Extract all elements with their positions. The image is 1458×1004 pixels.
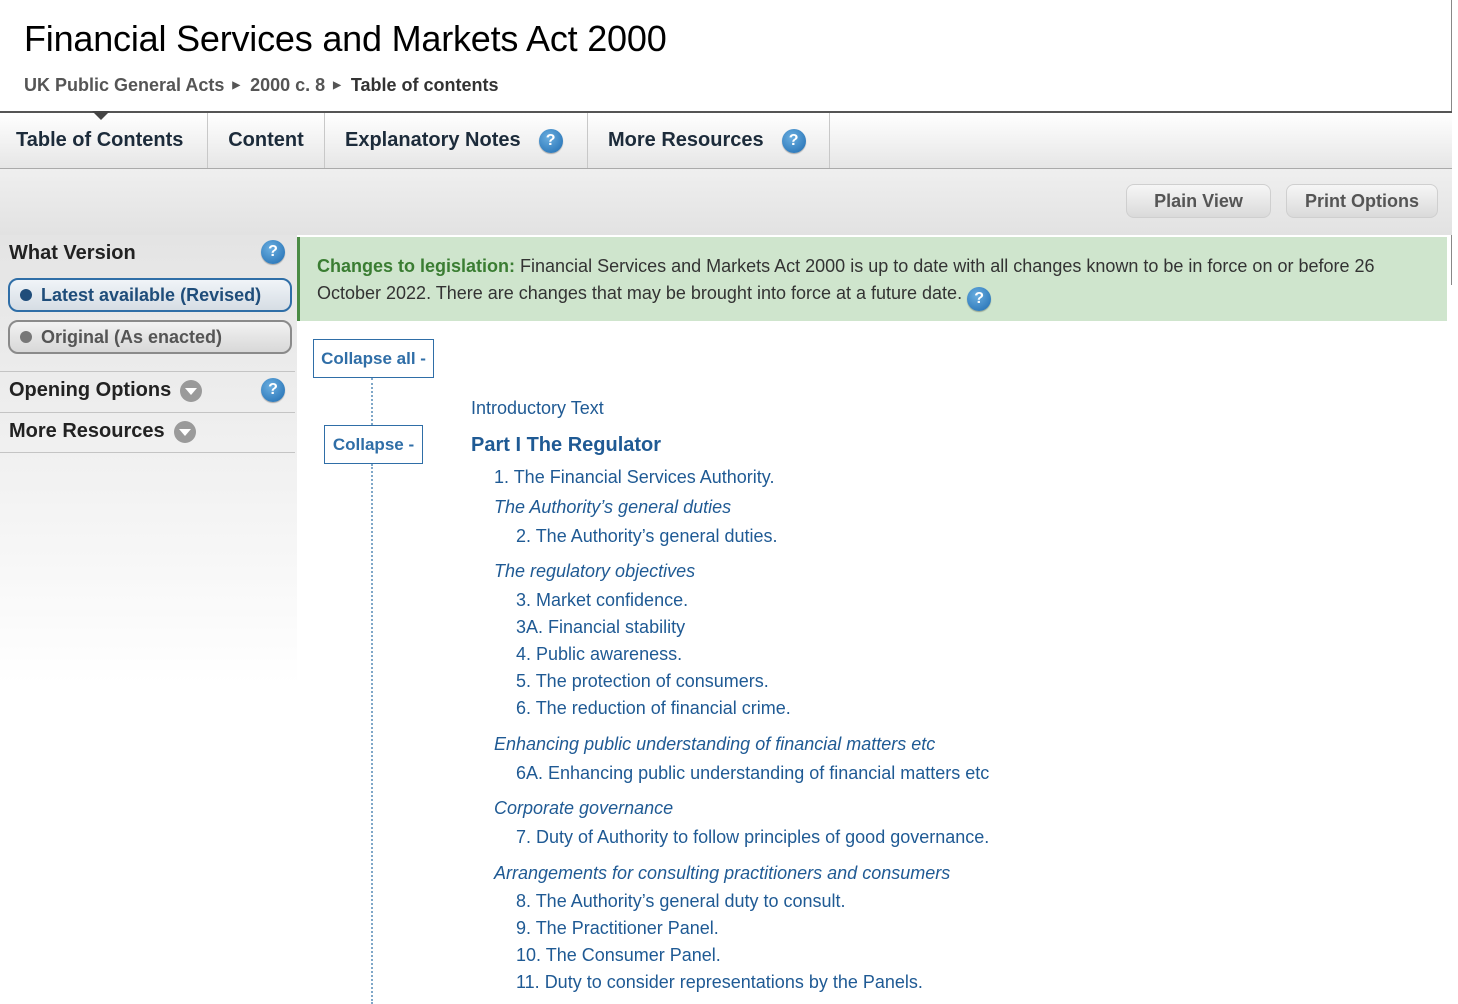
tab-bar: Table of Contents Content Explanatory No… (0, 111, 1452, 169)
toc-link-introductory-text[interactable]: Introductory Text (471, 398, 604, 419)
toc-link-section-4[interactable]: 4. Public awareness. (516, 644, 682, 665)
active-tab-pointer-icon (92, 111, 110, 120)
toc-heading-enhancing-understanding[interactable]: Enhancing public understanding of financ… (494, 734, 935, 755)
sidebar: What Version ? Latest available (Revised… (0, 235, 297, 685)
help-icon[interactable]: ? (261, 240, 285, 264)
radio-dot-icon (20, 331, 32, 343)
plain-view-button[interactable]: Plain View (1126, 184, 1271, 218)
toc-link-part-1[interactable]: Part I The Regulator (471, 434, 661, 457)
toc-link-section-8[interactable]: 8. The Authority’s general duty to consu… (516, 891, 846, 912)
toc-link-section-9[interactable]: 9. The Practitioner Panel. (516, 918, 719, 939)
toc-link-section-3a[interactable]: 3A. Financial stability (516, 617, 685, 638)
notice-label: Changes to legislation: (317, 256, 516, 276)
tab-label: Content (228, 129, 304, 151)
toc-link-section-6[interactable]: 6. The reduction of financial crime. (516, 698, 791, 719)
latest-version-button[interactable]: Latest available (Revised) (8, 278, 292, 312)
original-version-button[interactable]: Original (As enacted) (8, 320, 292, 354)
breadcrumb: UK Public General Acts ▶ 2000 c. 8 ▶ Tab… (24, 75, 499, 96)
toc-link-section-2[interactable]: 2. The Authority’s general duties. (516, 526, 778, 547)
toc-link-section-1[interactable]: 1. The Financial Services Authority. (494, 467, 774, 488)
radio-dot-icon (20, 289, 32, 301)
collapse-part-button[interactable]: Collapse - (324, 425, 423, 464)
tab-content[interactable]: Content (208, 113, 325, 168)
breadcrumb-arrow-icon: ▶ (232, 80, 241, 91)
tab-label: Explanatory Notes (345, 129, 521, 151)
toc-link-section-6a[interactable]: 6A. Enhancing public understanding of fi… (516, 763, 989, 784)
toc-link-section-3[interactable]: 3. Market confidence. (516, 590, 688, 611)
toc-heading-general-duties[interactable]: The Authority’s general duties (494, 497, 731, 518)
chevron-down-icon (180, 379, 203, 402)
breadcrumb-current: Table of contents (350, 75, 499, 95)
breadcrumb-uk-public-general-acts[interactable]: UK Public General Acts (24, 75, 224, 96)
opening-options-toggle[interactable]: Opening Options (9, 379, 203, 402)
print-options-button[interactable]: Print Options (1286, 184, 1438, 218)
more-resources-toggle[interactable]: More Resources (9, 420, 196, 443)
toc-link-section-10[interactable]: 10. The Consumer Panel. (516, 945, 721, 966)
original-version-label: Original (As enacted) (41, 326, 223, 347)
toc-heading-regulatory-objectives[interactable]: The regulatory objectives (494, 561, 695, 582)
changes-to-legislation-notice: Changes to legislation: Financial Servic… (297, 237, 1447, 321)
toc-link-section-11[interactable]: 11. Duty to consider representations by … (516, 972, 923, 993)
toc-heading-corporate-governance[interactable]: Corporate governance (494, 798, 673, 819)
breadcrumb-arrow-icon: ▶ (333, 80, 341, 91)
divider (0, 412, 295, 413)
tab-label: More Resources (608, 129, 764, 151)
tree-line (371, 464, 373, 1004)
collapse-all-button[interactable]: Collapse all - (313, 339, 434, 378)
toc-heading-consulting-arrangements[interactable]: Arrangements for consulting practitioner… (494, 863, 950, 884)
toc-link-section-5[interactable]: 5. The protection of consumers. (516, 671, 769, 692)
tab-table-of-contents[interactable]: Table of Contents (0, 113, 208, 168)
toc-link-section-7[interactable]: 7. Duty of Authority to follow principle… (516, 827, 989, 848)
breadcrumb-act-chapter[interactable]: 2000 c. 8 (250, 75, 325, 96)
opening-options-label: Opening Options (9, 379, 172, 401)
tree-line (371, 378, 373, 425)
page-title: Financial Services and Markets Act 2000 (24, 18, 667, 59)
toolbar: Plain View Print Options (0, 169, 1452, 235)
more-resources-label: More Resources (9, 420, 165, 442)
tab-explanatory-notes[interactable]: Explanatory Notes? (325, 113, 588, 168)
tab-more-resources[interactable]: More Resources? (588, 113, 830, 168)
help-icon[interactable]: ? (261, 378, 285, 402)
divider (0, 371, 295, 372)
tab-label: Table of Contents (16, 129, 184, 151)
help-icon[interactable]: ? (967, 286, 992, 311)
latest-version-label: Latest available (Revised) (41, 284, 262, 305)
help-icon[interactable]: ? (538, 128, 563, 153)
what-version-heading: What Version (9, 242, 136, 264)
chevron-down-icon (173, 420, 196, 443)
help-icon[interactable]: ? (781, 128, 806, 153)
divider (0, 452, 295, 453)
